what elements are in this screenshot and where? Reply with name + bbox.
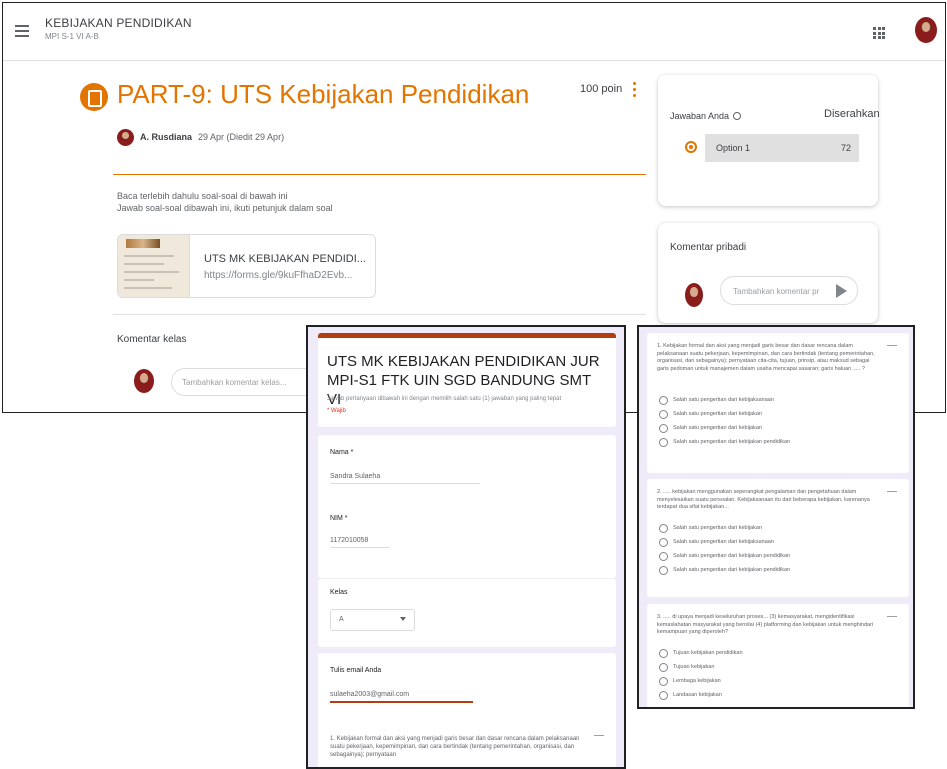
commenter-avatar [134, 369, 154, 393]
radio-option[interactable]: Salah satu pengertian dari kebijakan [659, 523, 790, 537]
course-title[interactable]: KEBIJAKAN PENDIDIKAN [45, 16, 192, 30]
attachment-url: https://forms.gle/9kuFfhaD2Evb... [204, 270, 353, 281]
private-comment-input[interactable]: Tambahkan komentar pr [720, 276, 858, 305]
form-attachment-card[interactable]: UTS MK KEBIJAKAN PENDIDI... https://form… [117, 234, 376, 298]
question-3-text: 3. ..... di upaya menjadi keseluruhan pr… [657, 614, 874, 635]
question-3-card: 3. ..... di upaya menjadi keseluruhan pr… [647, 604, 909, 707]
question-1-card: 1. Kebijakan formal dan aksi yang menjad… [647, 333, 909, 473]
radio-option[interactable]: Salah satu pengertian dari kebijaksanaan [659, 395, 790, 409]
account-avatar[interactable] [915, 17, 937, 43]
attachment-title: UTS MK KEBIJAKAN PENDIDI... [204, 253, 366, 265]
work-status: Diserahkan [824, 108, 880, 120]
form-header-card: UTS MK KEBIJAKAN PENDIDIKAN JUR MPI-S1 F… [318, 333, 616, 427]
radio-option[interactable]: Salah satu pengertian dari kebijakan [659, 409, 790, 423]
points-label: 100 poin [580, 83, 623, 95]
question-1-options: Salah satu pengertian dari kebijaksanaan… [659, 395, 790, 451]
private-comments-label: Komentar pribadi [670, 242, 747, 253]
author-line: A. Rusdiana 29 Apr (Diedit 29 Apr) [140, 132, 284, 142]
apps-grid-icon[interactable] [873, 27, 885, 39]
comments-divider [113, 314, 646, 315]
post-date: 29 Apr (Diedit 29 Apr) [198, 132, 285, 142]
assignment-title: PART-9: UTS Kebijakan Pendidikan [117, 79, 530, 109]
your-work-label: Jawaban Anda [670, 111, 742, 121]
google-form-screenshot-2: 1. Kebijakan formal dan aksi yang menjad… [637, 325, 915, 709]
google-form-screenshot-1: UTS MK KEBIJAKAN PENDIDIKAN JUR MPI-S1 F… [306, 325, 626, 769]
radio-option[interactable]: Lembaga kebijakan [659, 676, 743, 690]
top-app-bar: KEBIJAKAN PENDIDIKAN MPI S-1 VI A-B [3, 3, 945, 61]
private-commenter-avatar [685, 283, 703, 307]
class-question-card: Kelas A [318, 579, 616, 647]
radio-option[interactable]: Tujuan kebijakan [659, 662, 743, 676]
question-2-options: Salah satu pengertian dari kebijakan Sal… [659, 523, 790, 579]
drag-handle-icon [887, 491, 897, 492]
name-field[interactable]: Sandra Sulaeha [330, 473, 480, 484]
drag-handle-icon [887, 345, 897, 346]
name-question-card: Nama * Sandra Sulaeha [318, 435, 616, 512]
class-dropdown[interactable]: A [330, 609, 415, 631]
send-icon[interactable] [836, 284, 847, 298]
email-question-card: Tulis email Anda sulaeha2003@gmail.com [318, 653, 616, 728]
radio-option[interactable]: Salah satu pengertian dari kebijakan pen… [659, 565, 790, 579]
question-1-text: 1. Kebijakan formal dan aksi yang menjad… [330, 736, 580, 758]
drag-handle-icon [887, 616, 897, 617]
email-field[interactable]: sulaeha2003@gmail.com [330, 691, 473, 703]
description-line-2: Jawab soal-soal dibawah ini, ikuti petun… [117, 203, 333, 213]
class-label: Kelas [330, 589, 348, 596]
hamburger-menu-icon[interactable] [15, 25, 29, 37]
attachment-thumbnail [118, 235, 190, 297]
nim-question-card: NIM * 1172010058 [318, 503, 616, 578]
nim-field[interactable]: 1172010058 [330, 537, 390, 548]
description-line-1: Baca terlebih dahulu soal-soal di bawah … [117, 191, 288, 201]
selected-option[interactable]: Option 1 72 [705, 134, 859, 162]
author-name: A. Rusdiana [140, 132, 193, 142]
email-label: Tulis email Anda [330, 667, 382, 674]
question-2-card: 2. ..... kebijakan menggunakan seperangk… [647, 479, 909, 597]
course-subtitle: MPI S-1 VI A-B [45, 32, 99, 41]
radio-option[interactable]: Salah satu pengertian dari kebijakan pen… [659, 437, 790, 451]
author-avatar [117, 129, 134, 146]
title-divider [113, 174, 646, 175]
radio-option[interactable]: Tujuan kebijakan pendidikan [659, 648, 743, 662]
name-label: Nama * [330, 449, 354, 456]
question-1-text: 1. Kebijakan formal dan aksi yang menjad… [657, 343, 875, 372]
assignment-description: Baca terlebih dahulu soal-soal di bawah … [117, 190, 333, 214]
radio-option[interactable]: Salah satu pengertian dari kebijakan [659, 423, 790, 437]
more-options-icon[interactable] [633, 82, 637, 98]
radio-option[interactable]: Landasan kebijakan [659, 690, 743, 704]
assignment-icon [80, 83, 108, 111]
selected-radio-icon[interactable] [685, 141, 697, 153]
drag-handle-icon [594, 735, 604, 736]
class-comments-label: Komentar kelas [117, 334, 187, 345]
option-count: 72 [840, 143, 851, 153]
question-1-card: 1. Kebijakan formal dan aksi yang menjad… [318, 723, 616, 767]
private-comments-card: Komentar pribadi Tambahkan komentar pr [658, 223, 878, 323]
radio-option[interactable]: Salah satu pengertian dari kebijakan pen… [659, 551, 790, 565]
form-description: Jawab pertanyaan dibawah ini dengan memi… [327, 396, 562, 402]
chevron-down-icon [400, 617, 406, 621]
info-icon[interactable] [733, 112, 742, 120]
your-work-card: Jawaban Anda Diserahkan Option 1 72 [658, 75, 880, 206]
question-3-options: Tujuan kebijakan pendidikan Tujuan kebij… [659, 648, 743, 704]
radio-option[interactable]: Salah satu pengertian dari kebijaksanaan [659, 537, 790, 551]
required-note: * Wajib [327, 408, 346, 414]
nim-label: NIM * [330, 515, 348, 522]
question-2-text: 2. ..... kebijakan menggunakan seperangk… [657, 489, 870, 510]
